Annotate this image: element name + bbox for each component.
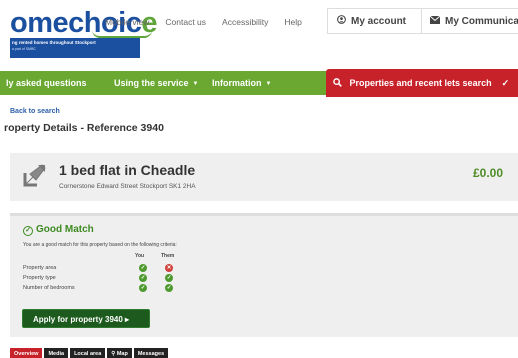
match-yes-icon: ✓ xyxy=(139,274,147,282)
logo-swoosh xyxy=(92,30,152,38)
link-accessibility[interactable]: Accessibility xyxy=(222,17,268,27)
check-icon: ✓ xyxy=(501,78,510,88)
nav-using-label: Using the service xyxy=(114,78,189,88)
match-no-icon: ✕ xyxy=(165,264,173,272)
match-yes-icon: ✓ xyxy=(139,264,147,272)
tab-map[interactable]: ⚲ Map xyxy=(107,348,132,358)
nav-information-label: Information xyxy=(212,78,262,88)
caret-down-icon: ▼ xyxy=(192,81,199,87)
search-tab-label: Properties and recent lets search xyxy=(349,78,492,88)
my-account-label: My account xyxy=(351,15,407,27)
tab-overview[interactable]: Overview xyxy=(10,348,43,358)
envelope-icon xyxy=(429,15,441,27)
criterion-label: Property type xyxy=(23,275,56,281)
user-circle-icon xyxy=(337,15,346,27)
tab-messages[interactable]: Messages xyxy=(133,348,169,358)
nav-using-the-service[interactable]: Using the service ▼ xyxy=(114,71,198,95)
property-name: 1 bed flat in Cheadle xyxy=(59,162,196,178)
flat-property-icon xyxy=(22,162,48,188)
property-address: Cornerstone Edward Street Stockport SK1 … xyxy=(59,183,196,190)
nav-faq[interactable]: ly asked questions xyxy=(6,71,87,95)
link-contact-us[interactable]: Contact us xyxy=(165,17,206,27)
property-summary-card: 1 bed flat in Cheadle Cornerstone Edward… xyxy=(10,153,518,201)
apply-for-property-button[interactable]: Apply for property 3940 ▸ xyxy=(22,309,150,328)
criterion-label: Property area xyxy=(23,265,57,271)
property-tabs: Overview Media Local area ⚲ Map Messages xyxy=(10,348,170,358)
top-links: Mobile view Contact us Accessibility Hel… xyxy=(105,17,318,27)
my-communications-button[interactable]: My Communications xyxy=(421,8,518,34)
match-yes-icon: ✓ xyxy=(165,284,173,292)
check-circle-icon: ✓ xyxy=(23,226,33,236)
match-description: You are a good match for this property b… xyxy=(23,242,177,248)
nav-information[interactable]: Information ▼ xyxy=(212,71,271,95)
my-account-button[interactable]: My account xyxy=(327,8,421,34)
tab-local-area[interactable]: Local area xyxy=(70,348,106,358)
page-title: roperty Details - Reference 3940 xyxy=(4,122,164,134)
nav-faq-label: ly asked questions xyxy=(6,78,87,88)
criterion-label: Number of bedrooms xyxy=(23,285,75,291)
match-panel: ✓ Good Match You are a good match for thi… xyxy=(10,213,518,337)
search-icon xyxy=(333,78,345,88)
tab-media[interactable]: Media xyxy=(44,348,69,358)
link-help[interactable]: Help xyxy=(284,17,301,27)
match-yes-icon: ✓ xyxy=(139,284,147,292)
column-them: Them xyxy=(161,253,175,259)
caret-down-icon: ▼ xyxy=(265,81,272,87)
link-mobile-view[interactable]: Mobile view xyxy=(105,17,149,27)
match-yes-icon: ✓ xyxy=(165,274,173,282)
property-price: £0.00 xyxy=(472,166,503,180)
logo-tagline: ng rented homes throughout Stockport xyxy=(12,40,96,45)
logo-subtag: a part of SMBC xyxy=(12,47,36,51)
my-communications-label: My Communications xyxy=(445,15,518,27)
panel-divider xyxy=(10,213,518,216)
match-title-label: Good Match xyxy=(36,224,94,235)
back-to-search-link[interactable]: Back to search xyxy=(10,108,60,115)
properties-search-tab[interactable]: Properties and recent lets search ✓ xyxy=(326,69,518,97)
homechoice-logo[interactable]: omechoice ng rented homes throughout Sto… xyxy=(0,0,158,64)
site-header: omechoice ng rented homes throughout Sto… xyxy=(0,0,518,70)
match-heading: ✓ Good Match xyxy=(23,224,94,236)
column-you: You xyxy=(135,253,145,259)
tab-map-label: Map xyxy=(116,351,128,357)
